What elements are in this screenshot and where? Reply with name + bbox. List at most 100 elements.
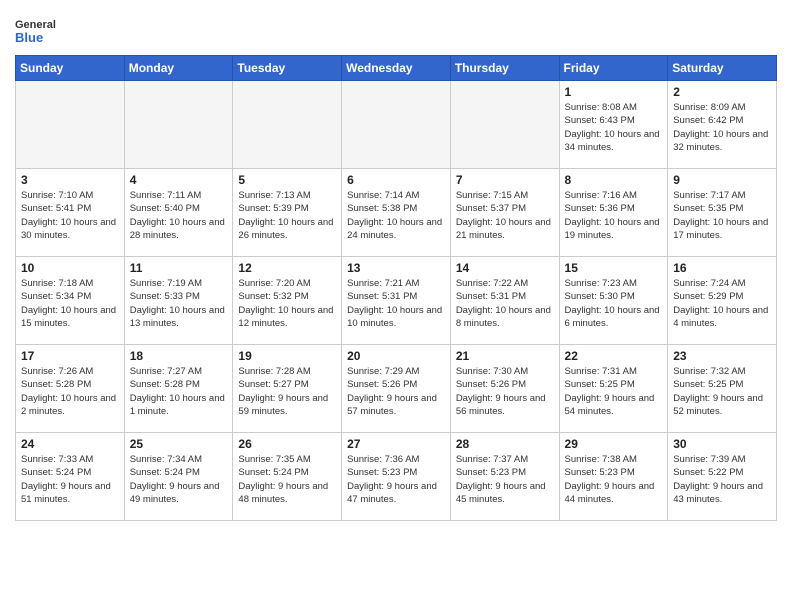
day-info: Sunrise: 7:38 AMSunset: 5:23 PMDaylight:… bbox=[565, 453, 663, 506]
day-number: 8 bbox=[565, 173, 663, 187]
day-info: Sunrise: 7:26 AMSunset: 5:28 PMDaylight:… bbox=[21, 365, 119, 418]
calendar-week-4: 17 Sunrise: 7:26 AMSunset: 5:28 PMDayligh… bbox=[16, 345, 777, 433]
day-cell-11: 11 Sunrise: 7:19 AMSunset: 5:33 PMDayligh… bbox=[124, 257, 233, 345]
calendar-week-3: 10 Sunrise: 7:18 AMSunset: 5:34 PMDayligh… bbox=[16, 257, 777, 345]
day-cell-24: 24 Sunrise: 7:33 AMSunset: 5:24 PMDayligh… bbox=[16, 433, 125, 521]
day-info: Sunrise: 7:15 AMSunset: 5:37 PMDaylight:… bbox=[456, 189, 554, 242]
day-cell-6: 6Sunrise: 7:14 AMSunset: 5:38 PMDaylight… bbox=[342, 169, 451, 257]
day-cell-26: 26 Sunrise: 7:35 AMSunset: 5:24 PMDayligh… bbox=[233, 433, 342, 521]
weekday-header-sunday: Sunday bbox=[16, 56, 125, 81]
day-number: 18 bbox=[130, 349, 228, 363]
logo: General Blue bbox=[15, 14, 70, 49]
weekday-header-wednesday: Wednesday bbox=[342, 56, 451, 81]
day-info: Sunrise: 7:36 AMSunset: 5:23 PMDaylight:… bbox=[347, 453, 445, 506]
day-number: 13 bbox=[347, 261, 445, 275]
weekday-header-friday: Friday bbox=[559, 56, 668, 81]
day-cell-15: 15 Sunrise: 7:23 AMSunset: 5:30 PMDayligh… bbox=[559, 257, 668, 345]
empty-cell bbox=[450, 81, 559, 169]
logo-svg: General Blue bbox=[15, 14, 70, 49]
day-info: Sunrise: 7:19 AMSunset: 5:33 PMDaylight:… bbox=[130, 277, 228, 330]
day-info: Sunrise: 7:29 AMSunset: 5:26 PMDaylight:… bbox=[347, 365, 445, 418]
day-info: Sunrise: 8:09 AMSunset: 6:42 PMDaylight:… bbox=[673, 101, 771, 154]
page-header: General Blue bbox=[15, 10, 777, 49]
day-number: 24 bbox=[21, 437, 119, 451]
day-cell-22: 22Sunrise: 7:31 AMSunset: 5:25 PMDayligh… bbox=[559, 345, 668, 433]
day-info: Sunrise: 7:37 AMSunset: 5:23 PMDaylight:… bbox=[456, 453, 554, 506]
day-cell-1: 1 Sunrise: 8:08 AMSunset: 6:43 PMDaylight… bbox=[559, 81, 668, 169]
day-cell-23: 23Sunrise: 7:32 AMSunset: 5:25 PMDayligh… bbox=[668, 345, 777, 433]
day-cell-18: 18 Sunrise: 7:27 AMSunset: 5:28 PMDayligh… bbox=[124, 345, 233, 433]
day-cell-27: 27 Sunrise: 7:36 AMSunset: 5:23 PMDayligh… bbox=[342, 433, 451, 521]
day-cell-30: 30 Sunrise: 7:39 AMSunset: 5:22 PMDayligh… bbox=[668, 433, 777, 521]
day-info: Sunrise: 7:28 AMSunset: 5:27 PMDaylight:… bbox=[238, 365, 336, 418]
day-number: 20 bbox=[347, 349, 445, 363]
day-info: Sunrise: 7:16 AMSunset: 5:36 PMDaylight:… bbox=[565, 189, 663, 242]
day-info: Sunrise: 7:30 AMSunset: 5:26 PMDaylight:… bbox=[456, 365, 554, 418]
calendar-week-1: 1 Sunrise: 8:08 AMSunset: 6:43 PMDaylight… bbox=[16, 81, 777, 169]
day-number: 2 bbox=[673, 85, 771, 99]
day-number: 28 bbox=[456, 437, 554, 451]
day-cell-14: 14Sunrise: 7:22 AMSunset: 5:31 PMDayligh… bbox=[450, 257, 559, 345]
day-info: Sunrise: 7:35 AMSunset: 5:24 PMDaylight:… bbox=[238, 453, 336, 506]
day-info: Sunrise: 7:20 AMSunset: 5:32 PMDaylight:… bbox=[238, 277, 336, 330]
empty-cell bbox=[342, 81, 451, 169]
day-cell-2: 2 Sunrise: 8:09 AMSunset: 6:42 PMDaylight… bbox=[668, 81, 777, 169]
empty-cell bbox=[16, 81, 125, 169]
day-cell-7: 7Sunrise: 7:15 AMSunset: 5:37 PMDaylight… bbox=[450, 169, 559, 257]
empty-cell bbox=[124, 81, 233, 169]
day-info: Sunrise: 7:27 AMSunset: 5:28 PMDaylight:… bbox=[130, 365, 228, 418]
day-cell-5: 5 Sunrise: 7:13 AMSunset: 5:39 PMDaylight… bbox=[233, 169, 342, 257]
day-info: Sunrise: 7:17 AMSunset: 5:35 PMDaylight:… bbox=[673, 189, 771, 242]
empty-cell bbox=[233, 81, 342, 169]
day-cell-13: 13 Sunrise: 7:21 AMSunset: 5:31 PMDayligh… bbox=[342, 257, 451, 345]
day-info: Sunrise: 7:39 AMSunset: 5:22 PMDaylight:… bbox=[673, 453, 771, 506]
day-number: 5 bbox=[238, 173, 336, 187]
day-cell-16: 16 Sunrise: 7:24 AMSunset: 5:29 PMDayligh… bbox=[668, 257, 777, 345]
weekday-header-thursday: Thursday bbox=[450, 56, 559, 81]
day-number: 17 bbox=[21, 349, 119, 363]
day-number: 11 bbox=[130, 261, 228, 275]
day-number: 26 bbox=[238, 437, 336, 451]
day-info: Sunrise: 7:18 AMSunset: 5:34 PMDaylight:… bbox=[21, 277, 119, 330]
day-info: Sunrise: 8:08 AMSunset: 6:43 PMDaylight:… bbox=[565, 101, 663, 154]
day-number: 25 bbox=[130, 437, 228, 451]
day-info: Sunrise: 7:33 AMSunset: 5:24 PMDaylight:… bbox=[21, 453, 119, 506]
day-number: 3 bbox=[21, 173, 119, 187]
day-number: 29 bbox=[565, 437, 663, 451]
day-cell-9: 9Sunrise: 7:17 AMSunset: 5:35 PMDaylight… bbox=[668, 169, 777, 257]
day-cell-10: 10 Sunrise: 7:18 AMSunset: 5:34 PMDayligh… bbox=[16, 257, 125, 345]
svg-text:Blue: Blue bbox=[15, 30, 43, 45]
day-cell-21: 21 Sunrise: 7:30 AMSunset: 5:26 PMDayligh… bbox=[450, 345, 559, 433]
day-cell-28: 28 Sunrise: 7:37 AMSunset: 5:23 PMDayligh… bbox=[450, 433, 559, 521]
day-cell-25: 25 Sunrise: 7:34 AMSunset: 5:24 PMDayligh… bbox=[124, 433, 233, 521]
day-number: 30 bbox=[673, 437, 771, 451]
day-info: Sunrise: 7:22 AMSunset: 5:31 PMDaylight:… bbox=[456, 277, 554, 330]
day-info: Sunrise: 7:34 AMSunset: 5:24 PMDaylight:… bbox=[130, 453, 228, 506]
day-cell-19: 19Sunrise: 7:28 AMSunset: 5:27 PMDayligh… bbox=[233, 345, 342, 433]
day-cell-12: 12Sunrise: 7:20 AMSunset: 5:32 PMDayligh… bbox=[233, 257, 342, 345]
day-cell-3: 3 Sunrise: 7:10 AMSunset: 5:41 PMDaylight… bbox=[16, 169, 125, 257]
day-info: Sunrise: 7:13 AMSunset: 5:39 PMDaylight:… bbox=[238, 189, 336, 242]
day-info: Sunrise: 7:11 AMSunset: 5:40 PMDaylight:… bbox=[130, 189, 228, 242]
day-cell-17: 17 Sunrise: 7:26 AMSunset: 5:28 PMDayligh… bbox=[16, 345, 125, 433]
weekday-header-saturday: Saturday bbox=[668, 56, 777, 81]
day-cell-29: 29 Sunrise: 7:38 AMSunset: 5:23 PMDayligh… bbox=[559, 433, 668, 521]
day-info: Sunrise: 7:32 AMSunset: 5:25 PMDaylight:… bbox=[673, 365, 771, 418]
day-number: 21 bbox=[456, 349, 554, 363]
day-number: 10 bbox=[21, 261, 119, 275]
day-number: 27 bbox=[347, 437, 445, 451]
day-number: 4 bbox=[130, 173, 228, 187]
weekday-header-row: SundayMondayTuesdayWednesdayThursdayFrid… bbox=[16, 56, 777, 81]
day-number: 1 bbox=[565, 85, 663, 99]
day-info: Sunrise: 7:24 AMSunset: 5:29 PMDaylight:… bbox=[673, 277, 771, 330]
day-info: Sunrise: 7:23 AMSunset: 5:30 PMDaylight:… bbox=[565, 277, 663, 330]
day-number: 16 bbox=[673, 261, 771, 275]
day-number: 15 bbox=[565, 261, 663, 275]
day-info: Sunrise: 7:10 AMSunset: 5:41 PMDaylight:… bbox=[21, 189, 119, 242]
calendar-week-2: 3 Sunrise: 7:10 AMSunset: 5:41 PMDaylight… bbox=[16, 169, 777, 257]
weekday-header-monday: Monday bbox=[124, 56, 233, 81]
day-info: Sunrise: 7:21 AMSunset: 5:31 PMDaylight:… bbox=[347, 277, 445, 330]
weekday-header-tuesday: Tuesday bbox=[233, 56, 342, 81]
day-cell-8: 8 Sunrise: 7:16 AMSunset: 5:36 PMDaylight… bbox=[559, 169, 668, 257]
day-number: 6 bbox=[347, 173, 445, 187]
